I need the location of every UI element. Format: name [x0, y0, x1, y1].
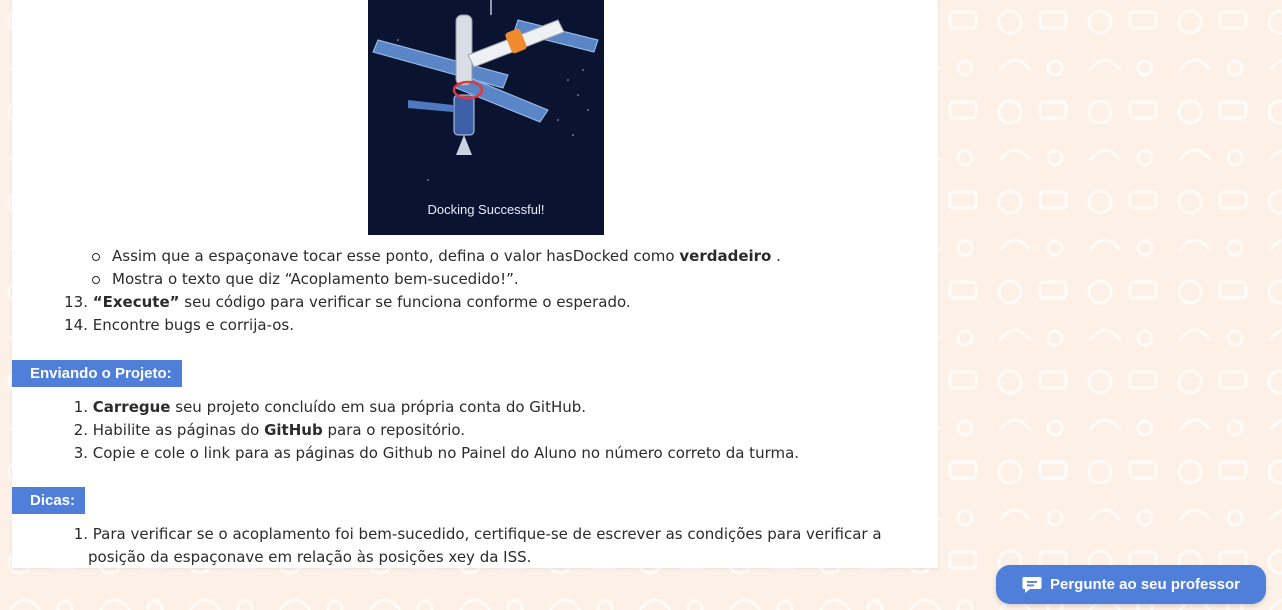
ask-teacher-button[interactable]: Pergunte ao seu professor — [996, 565, 1266, 604]
ask-teacher-label: Pergunte ao seu professor — [1049, 576, 1241, 593]
list-item: 1. Carregue seu projeto concluído em sua… — [73, 398, 587, 416]
sub-step-list: Assim que a espaçonave tocar esse ponto,… — [92, 245, 781, 291]
section-heading-submit: Enviando o Projeto: — [12, 360, 182, 387]
list-item: 13. “Execute” seu código para verificar … — [64, 293, 631, 311]
image-caption: Docking Successful! — [427, 202, 545, 217]
lesson-content-card: Docking Successful! Assim que a espaçona… — [12, 0, 938, 568]
list-item: 3. Copie e cole o link para as páginas d… — [73, 444, 800, 462]
docking-image: Docking Successful! — [368, 0, 604, 235]
tips-list: 1. Para verificar se o acoplamento foi b… — [56, 523, 882, 569]
list-item: Mostra o texto que diz “Acoplamento bem-… — [92, 268, 781, 291]
section-heading-tips: Dicas: — [12, 487, 86, 514]
list-item: 14. Encontre bugs e corrija-os. — [64, 316, 295, 334]
list-item: 1. Para verificar se o acoplamento foi b… — [73, 525, 882, 566]
chat-icon — [1022, 576, 1042, 593]
list-item: Assim que a espaçonave tocar esse ponto,… — [92, 245, 781, 268]
list-item: 2. Habilite as páginas do GitHub para o … — [73, 421, 466, 439]
step-list: 13. “Execute” seu código para verificar … — [56, 291, 631, 337]
submit-list: 1. Carregue seu projeto concluído em sua… — [56, 396, 799, 465]
